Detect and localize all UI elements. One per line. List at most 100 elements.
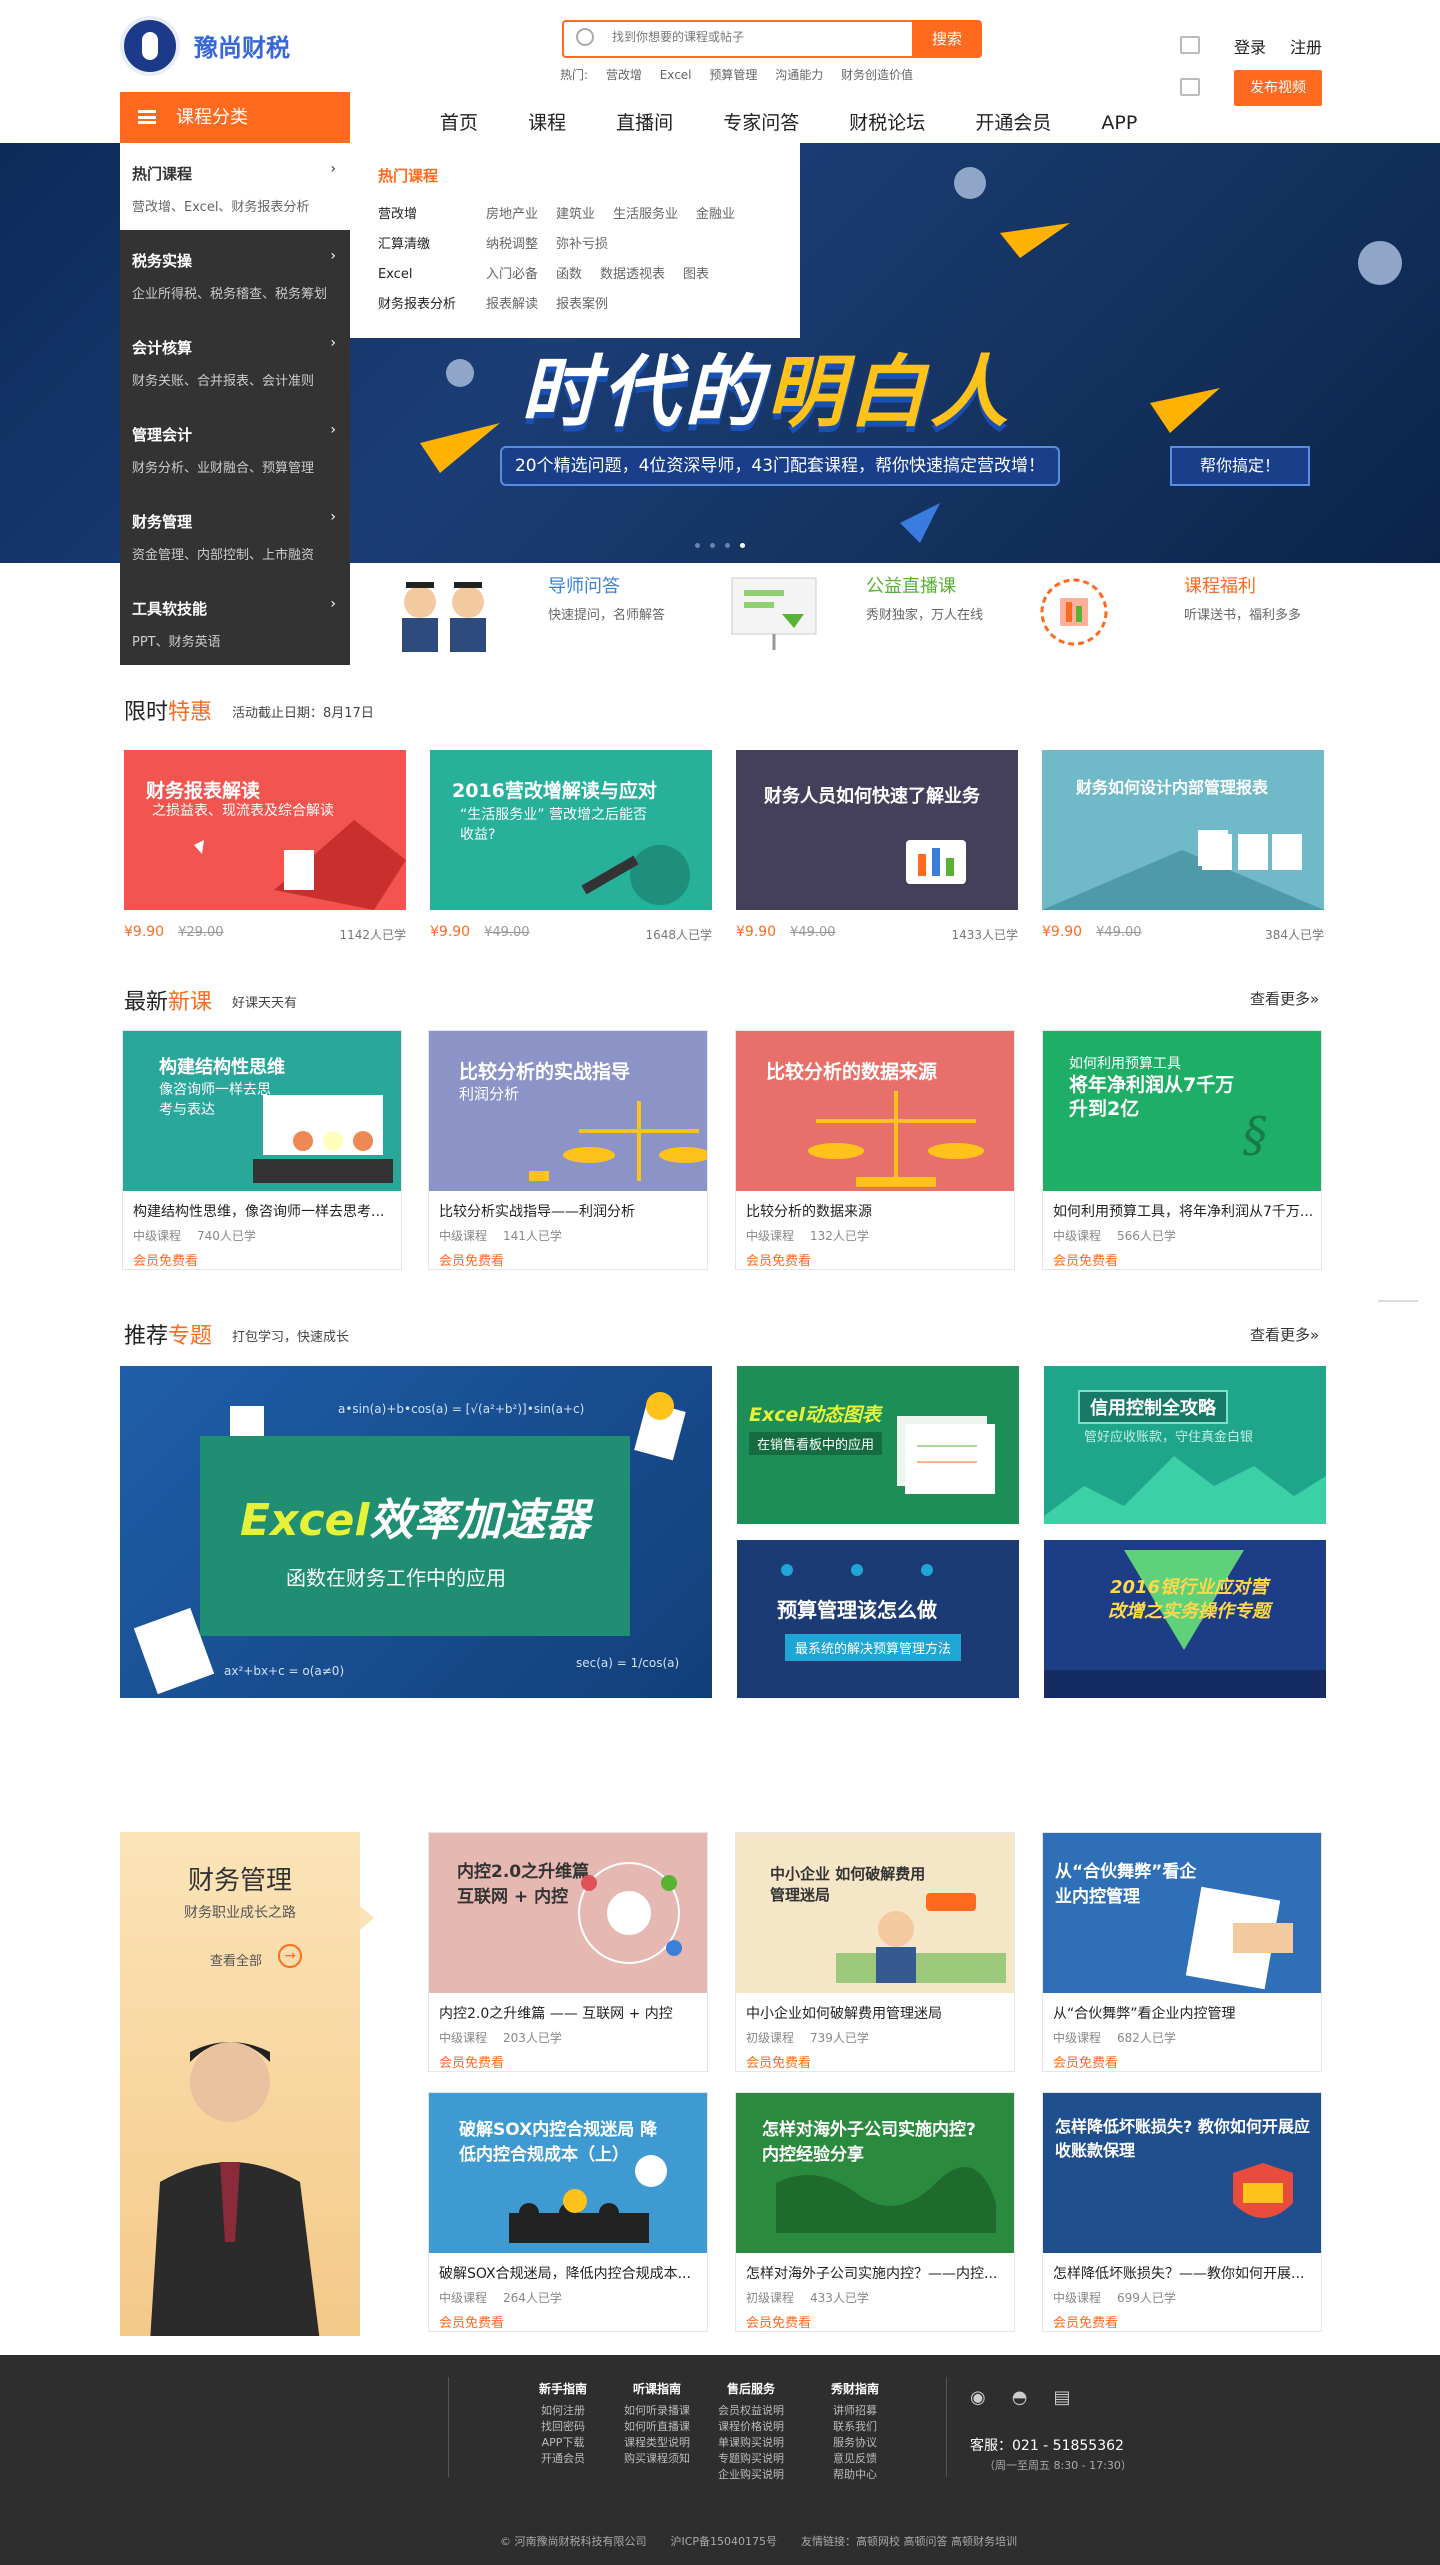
publish-video-button[interactable]: 发布视频 bbox=[1234, 70, 1322, 106]
qq-icon[interactable]: ◓ bbox=[1012, 2387, 1028, 2408]
member-free-tag[interactable]: 会员免费看 bbox=[429, 2052, 707, 2071]
hot-term[interactable]: 沟通能力 bbox=[775, 68, 823, 82]
arrow-right-icon[interactable]: → bbox=[278, 1944, 302, 1968]
course-title[interactable]: 怎样降低坏账损失？——教你如何开展... bbox=[1043, 2263, 1321, 2283]
course-title[interactable]: 比较分析实战指导——利润分析 bbox=[429, 1201, 707, 1221]
subpanel-link[interactable]: 生活服务业 bbox=[613, 207, 678, 222]
footer-link[interactable]: 开通会员 bbox=[518, 2451, 608, 2467]
topic-excel-banner[interactable]: Excel效率加速器 函数在财务工作中的应用 a•sin(a)+b•cos(a)… bbox=[120, 1366, 712, 1698]
footer-link[interactable]: 课程价格说明 bbox=[706, 2419, 796, 2435]
subpanel-link[interactable]: 纳税调整 bbox=[486, 237, 538, 252]
subpanel-key[interactable]: Excel bbox=[378, 267, 486, 282]
member-free-tag[interactable]: 会员免费看 bbox=[1043, 1250, 1321, 1269]
banner-dot[interactable] bbox=[725, 543, 730, 548]
hot-term[interactable]: 预算管理 bbox=[709, 68, 757, 82]
footer-link[interactable]: 帮助中心 bbox=[810, 2467, 900, 2483]
hot-term[interactable]: 营改增 bbox=[606, 68, 642, 82]
friend-links[interactable]: 友情链接：高顿网校 高顿问答 高顿财务培训 bbox=[801, 2535, 1017, 2548]
course-title[interactable]: 比较分析的数据来源 bbox=[736, 1201, 1014, 1221]
subpanel-key[interactable]: 营改增 bbox=[378, 203, 486, 222]
subpanel-link[interactable]: 数据透视表 bbox=[600, 267, 665, 282]
footer-link[interactable]: 联系我们 bbox=[810, 2419, 900, 2435]
course-thumbnail[interactable]: 比较分析的实战指导 利润分析 bbox=[429, 1031, 707, 1191]
nav-vip[interactable]: 开通会员 bbox=[975, 108, 1051, 135]
weibo-icon[interactable]: ▤ bbox=[1053, 2387, 1070, 2408]
search-button[interactable]: 搜索 bbox=[912, 20, 982, 58]
feature-welfare[interactable]: 课程福利 听课送书，福利多多 bbox=[1184, 572, 1301, 652]
banner-dot[interactable] bbox=[710, 543, 715, 548]
course-thumbnail[interactable]: 财务如何设计内部管理报表 bbox=[1042, 750, 1324, 910]
logo-text[interactable]: 豫尚财税 bbox=[194, 28, 290, 63]
upload-icon[interactable] bbox=[1180, 78, 1200, 96]
category-item-mgmt-accounting[interactable]: 管理会计 财务分析、业财融合、预算管理 › bbox=[120, 404, 350, 491]
course-title[interactable]: 内控2.0之升维篇 —— 互联网 + 内控 bbox=[429, 2003, 707, 2023]
feature-live-class[interactable]: 公益直播课 秀财独家，万人在线 bbox=[866, 572, 983, 652]
subpanel-link[interactable]: 弥补亏损 bbox=[556, 237, 608, 252]
subpanel-link[interactable]: 房地产业 bbox=[486, 207, 538, 222]
category-item-accounting[interactable]: 会计核算 财务关账、合并报表、会计准则 › bbox=[120, 317, 350, 404]
course-thumbnail[interactable]: 中小企业 如何破解费用管理迷局 bbox=[736, 1833, 1014, 1993]
footer-link[interactable]: 单课购买说明 bbox=[706, 2435, 796, 2451]
member-free-tag[interactable]: 会员免费看 bbox=[429, 2312, 707, 2331]
course-thumbnail[interactable]: 财务人员如何快速了解业务 bbox=[736, 750, 1018, 910]
course-card[interactable]: 比较分析的实战指导 利润分析 比较分析实战指导——利润分析 中级课程 141人已学 … bbox=[428, 1030, 708, 1270]
category-menu-header[interactable]: 课程分类 bbox=[120, 92, 350, 144]
subpanel-key[interactable]: 财务报表分析 bbox=[378, 293, 486, 312]
course-card[interactable]: 中小企业 如何破解费用管理迷局 中小企业如何破解费用管理迷局 初级课程 739人已… bbox=[735, 1832, 1015, 2072]
footer-link[interactable]: 服务协议 bbox=[810, 2435, 900, 2451]
footer-link[interactable]: 找回密码 bbox=[518, 2419, 608, 2435]
course-title[interactable]: 怎样对海外子公司实施内控？——内控... bbox=[736, 2263, 1014, 2283]
course-title[interactable]: 构建结构性思维，像咨询师一样去思考... bbox=[123, 1201, 401, 1221]
member-free-tag[interactable]: 会员免费看 bbox=[736, 2052, 1014, 2071]
hot-term[interactable]: Excel bbox=[660, 68, 692, 82]
course-card[interactable]: 比较分析的数据来源 比较分析的数据来源 中级课程 132人已学 会员免费看 bbox=[735, 1030, 1015, 1270]
subpanel-link[interactable]: 图表 bbox=[683, 267, 709, 282]
register-link[interactable]: 注册 bbox=[1290, 34, 1322, 58]
footer-link[interactable]: 会员权益说明 bbox=[706, 2403, 796, 2419]
topic-card[interactable]: 信用控制全攻略 管好应收账款，守住真金白银 bbox=[1044, 1366, 1326, 1524]
subpanel-link[interactable]: 入门必备 bbox=[486, 267, 538, 282]
limited-card[interactable]: 财务如何设计内部管理报表 ¥9.90 ¥49.00 384人已学 bbox=[1042, 750, 1324, 960]
subpanel-key[interactable]: 汇算清缴 bbox=[378, 233, 486, 252]
nav-forum[interactable]: 财税论坛 bbox=[849, 108, 925, 135]
nav-qa[interactable]: 专家问答 bbox=[723, 108, 799, 135]
course-card[interactable]: 破解SOX内控合规迷局 降低内控合规成本（上） 破解SOX合规迷局，降低内控合规… bbox=[428, 2092, 708, 2332]
member-free-tag[interactable]: 会员免费看 bbox=[429, 1250, 707, 1269]
banner-dot[interactable] bbox=[695, 543, 700, 548]
banner-cta[interactable]: 帮你搞定！ bbox=[1170, 446, 1310, 486]
course-title[interactable]: 如何利用预算工具，将年净利润从7千万... bbox=[1043, 1201, 1321, 1221]
course-thumbnail[interactable]: 财务报表解读 之损益表、现流表及综合解读 bbox=[124, 750, 406, 910]
limited-card[interactable]: 2016营改增解读与应对 “生活服务业” 营改增之后能否收益? ¥9.90 ¥49.… bbox=[430, 750, 712, 960]
member-free-tag[interactable]: 会员免费看 bbox=[736, 2312, 1014, 2331]
course-card[interactable]: 怎样对海外子公司实施内控? 内控经验分享 怎样对海外子公司实施内控？——内控..… bbox=[735, 2092, 1015, 2332]
topic-card[interactable]: Excel动态图表 在销售看板中的应用 bbox=[737, 1366, 1019, 1524]
subpanel-link[interactable]: 报表案例 bbox=[556, 297, 608, 312]
login-link[interactable]: 登录 bbox=[1234, 34, 1266, 58]
course-title[interactable]: 中小企业如何破解费用管理迷局 bbox=[736, 2003, 1014, 2023]
nav-home[interactable]: 首页 bbox=[440, 108, 478, 135]
topic-card[interactable]: 预算管理该怎么做 最系统的解决预算管理方法 bbox=[737, 1540, 1019, 1698]
course-title[interactable]: 从“合伙舞弊”看企业内控管理 bbox=[1043, 2003, 1321, 2023]
course-thumbnail[interactable]: 如何利用预算工具 将年净利润从7千万升到2亿 § bbox=[1043, 1031, 1321, 1191]
category-item-tax[interactable]: 税务实操 企业所得税、税务稽查、税务筹划 › bbox=[120, 230, 350, 317]
course-thumbnail[interactable]: 构建结构性思维 像咨询师一样去思考与表达 bbox=[123, 1031, 401, 1191]
new-more-link[interactable]: 查看更多» bbox=[1250, 988, 1319, 1009]
member-free-tag[interactable]: 会员免费看 bbox=[1043, 2312, 1321, 2331]
member-free-tag[interactable]: 会员免费看 bbox=[123, 1250, 401, 1269]
subpanel-link[interactable]: 金融业 bbox=[696, 207, 735, 222]
member-free-tag[interactable]: 会员免费看 bbox=[1043, 2052, 1321, 2071]
hot-term[interactable]: 财务创造价值 bbox=[841, 68, 913, 82]
view-all-link[interactable]: 查看全部 bbox=[210, 1950, 262, 1969]
course-card[interactable]: 内控2.0之升维篇 互联网 + 内控 内控2.0之升维篇 —— 互联网 + 内控… bbox=[428, 1832, 708, 2072]
footer-link[interactable]: 课程类型说明 bbox=[612, 2435, 702, 2451]
course-thumbnail[interactable]: 比较分析的数据来源 bbox=[736, 1031, 1014, 1191]
finance-promo-panel[interactable]: 财务管理 财务职业成长之路 查看全部 → bbox=[120, 1832, 360, 2336]
footer-link[interactable]: APP下载 bbox=[518, 2435, 608, 2451]
banner-dot-active[interactable] bbox=[740, 543, 745, 548]
search-input[interactable] bbox=[612, 30, 902, 44]
footer-link[interactable]: 讲师招募 bbox=[810, 2403, 900, 2419]
nav-app[interactable]: APP bbox=[1101, 112, 1137, 134]
topics-more-link[interactable]: 查看更多» bbox=[1250, 1324, 1319, 1345]
course-card[interactable]: 构建结构性思维 像咨询师一样去思考与表达 构建结构性思维，像咨询师一样去思考...… bbox=[122, 1030, 402, 1270]
footer-link[interactable]: 如何注册 bbox=[518, 2403, 608, 2419]
